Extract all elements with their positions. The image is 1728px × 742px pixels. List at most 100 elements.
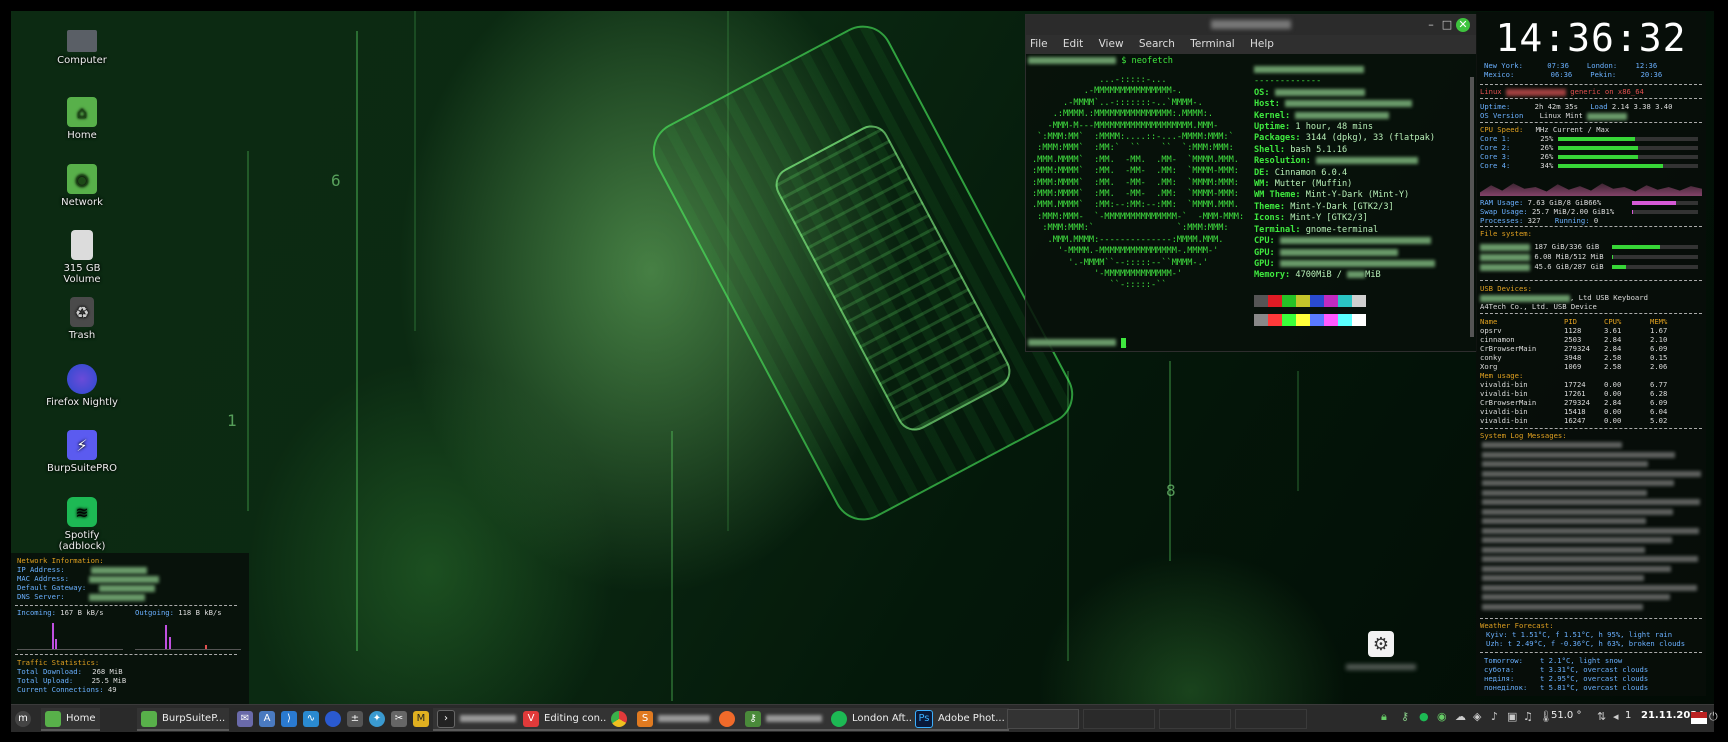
- notification-icon[interactable]: ♪: [1491, 710, 1498, 727]
- menu-help[interactable]: Help: [1250, 38, 1274, 50]
- weather-section: Weather Forecast: Kyiv: t 1.51°C, f 1.51…: [1480, 621, 1686, 648]
- menu-edit[interactable]: Edit: [1063, 38, 1083, 50]
- taskbar-item-terminal[interactable]: ›: [433, 708, 521, 731]
- temperature-readout[interactable]: 51.0 °: [1551, 710, 1581, 727]
- color-swatch: [1296, 294, 1310, 307]
- menu-button[interactable]: m: [11, 708, 35, 729]
- taskbar-item-label: Editing con...: [544, 713, 610, 724]
- taskbar-item-firefox[interactable]: [715, 708, 743, 731]
- launcher-monitor[interactable]: ∿: [299, 708, 323, 729]
- desktop-icon-volume[interactable]: 315 GB Volume: [44, 230, 120, 285]
- launcher-mail[interactable]: ✉: [233, 708, 257, 729]
- workspace-switcher[interactable]: [1235, 709, 1307, 729]
- neofetch-info: ------------- OS: Host: Kernel: Uptime: …: [1254, 65, 1435, 330]
- mem-usage-header: Mem usage:: [1480, 371, 1524, 380]
- power-icon[interactable]: ⏻: [1709, 710, 1718, 727]
- menu-search[interactable]: Search: [1139, 38, 1175, 50]
- key-tray-icon[interactable]: ⚷: [1401, 710, 1409, 727]
- prompt-user-redacted: [1028, 339, 1116, 346]
- launcher-firefox[interactable]: [321, 708, 345, 729]
- menu-view[interactable]: View: [1099, 38, 1124, 50]
- cpu-core-bar: [1558, 155, 1698, 159]
- outgoing-rate: Outgoing: 118 B kB/s: [135, 608, 222, 617]
- clipboard-icon[interactable]: ▣: [1507, 710, 1517, 727]
- log-line-redacted: [1482, 461, 1648, 467]
- taskbar-item-vivaldi[interactable]: V Editing con...: [519, 708, 614, 731]
- music-icon[interactable]: ♫: [1523, 710, 1533, 727]
- launcher-tools[interactable]: ✂: [387, 708, 411, 729]
- volume-icon[interactable]: ◂: [1613, 710, 1619, 727]
- swap-bar: [1632, 210, 1698, 214]
- prompt-user-redacted: [1028, 57, 1116, 64]
- neofetch-info-row: GPU:: [1254, 248, 1435, 259]
- color-swatch: [1338, 313, 1352, 326]
- terminal-window[interactable]: – □ ✕ File Edit View Search Terminal Hel…: [1025, 14, 1477, 352]
- launcher-translate[interactable]: A: [255, 708, 279, 729]
- desktop-icon-burpsuite[interactable]: ⚡ BurpSuitePRO: [44, 430, 120, 474]
- taskbar-item-photoshop[interactable]: Ps Adobe Phot...: [911, 708, 1009, 731]
- desktop-icon-spotify[interactable]: ≋ Spotify (adblock): [44, 497, 120, 552]
- maximize-button[interactable]: □: [1440, 18, 1454, 32]
- separator: [1480, 122, 1702, 123]
- taskbar-item-chrome[interactable]: [607, 708, 635, 731]
- neofetch-info-row: Terminal: gnome-terminal: [1254, 224, 1379, 235]
- launcher-m-app[interactable]: M: [409, 708, 433, 729]
- taskbar-item-keyring[interactable]: ⚷: [741, 708, 829, 731]
- separator: [1480, 652, 1702, 653]
- system-monitor-icon: ∿: [303, 710, 319, 727]
- taskbar-item-burpsuite-folder[interactable]: BurpSuiteP...: [137, 708, 230, 731]
- firefox-icon: [719, 710, 735, 727]
- vpn-icon[interactable]: ◉: [1437, 710, 1447, 727]
- workspace-number[interactable]: 1: [1625, 710, 1631, 727]
- terminal-prompt-current[interactable]: _: [1028, 338, 1127, 348]
- terminal-scrollbar[interactable]: [1470, 77, 1474, 337]
- launcher-vscode[interactable]: ⟩: [277, 708, 301, 729]
- log-line-redacted: [1482, 537, 1672, 543]
- desktop-icon-computer[interactable]: Computer: [44, 30, 120, 66]
- desktop-icon-home[interactable]: ⌂ Home: [44, 97, 120, 141]
- network-icon[interactable]: ⇅: [1597, 710, 1606, 727]
- rain-glyph: 8: [1166, 481, 1176, 500]
- rain-line: [1297, 371, 1299, 491]
- color-swatch: [1282, 313, 1296, 326]
- shield-icon[interactable]: ◈: [1473, 710, 1481, 727]
- separator: [15, 654, 237, 655]
- lock-icon[interactable]: 🔒︎: [1381, 710, 1387, 727]
- process-line: Processes: 327 Running: 0: [1480, 216, 1599, 225]
- workspace-switcher[interactable]: [1083, 709, 1155, 729]
- burpsuite-icon: ⚡: [67, 430, 97, 460]
- world-clock: New York: 07:36 London: 12:36 Mexico: 06:…: [1476, 61, 1714, 79]
- cloud-icon[interactable]: ☁: [1455, 710, 1466, 727]
- terminal-titlebar[interactable]: – □ ✕: [1026, 15, 1476, 35]
- us-flag-icon[interactable]: [1691, 712, 1707, 724]
- launcher-calculator[interactable]: ±: [343, 708, 367, 729]
- workspace-switcher[interactable]: [1007, 709, 1079, 729]
- incoming-graph: [17, 619, 123, 650]
- desktop-icon-network[interactable]: ◉ Network: [44, 164, 120, 208]
- neofetch-user-line: [1254, 65, 1435, 76]
- settings-gear-icon[interactable]: ⚙: [1368, 631, 1394, 657]
- cpu-core-bar: [1558, 164, 1698, 168]
- home-folder-icon: ⌂: [67, 97, 97, 127]
- menu-file[interactable]: File: [1030, 38, 1048, 50]
- desktop-icon-trash[interactable]: ♻ Trash: [44, 297, 120, 341]
- sublime-icon: S: [637, 710, 653, 727]
- taskbar-item-home[interactable]: Home: [41, 708, 100, 731]
- network-folder-icon: ◉: [67, 164, 97, 194]
- menu-terminal[interactable]: Terminal: [1190, 38, 1234, 50]
- taskbar-item-spotify[interactable]: London Aft...: [827, 708, 920, 731]
- network-info: Network Information: IP Address: MAC Add…: [11, 553, 249, 601]
- city-name: New York:: [1484, 61, 1523, 70]
- spotify-tray-icon[interactable]: ●: [1419, 710, 1429, 727]
- workspace-switcher[interactable]: [1159, 709, 1231, 729]
- rain-line: [1067, 371, 1069, 661]
- launcher-compass[interactable]: ✦: [365, 708, 389, 729]
- tools-icon: ✂: [391, 710, 407, 727]
- minimize-button[interactable]: –: [1424, 18, 1438, 32]
- taskbar-item-sublime[interactable]: S: [633, 708, 721, 731]
- log-line-redacted: [1482, 499, 1700, 505]
- rain-line: [247, 151, 249, 511]
- desktop-icon-firefox-nightly[interactable]: Firefox Nightly: [44, 364, 120, 408]
- close-button[interactable]: ✕: [1456, 18, 1470, 32]
- spotify-icon: [831, 710, 847, 727]
